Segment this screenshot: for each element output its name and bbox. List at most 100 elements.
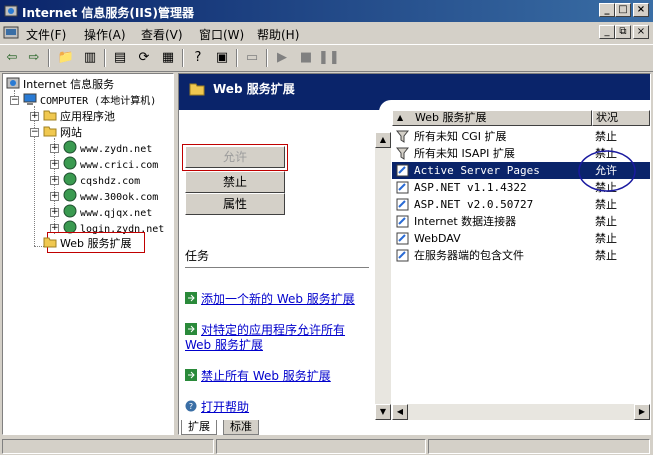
tree-item-site[interactable]: cqshdz.com [63, 172, 140, 188]
tree-item-iis-root[interactable]: Internet 信息服务 [6, 76, 114, 92]
extension-icon [396, 249, 409, 262]
divider [185, 267, 369, 268]
toolbar-separator [104, 49, 106, 67]
help-icon[interactable]: ? [188, 49, 208, 67]
task-label: 禁止所有 Web 服务扩展 [201, 369, 331, 383]
prohibit-all-link[interactable]: 禁止所有 Web 服务扩展 [185, 369, 331, 384]
properties-button[interactable]: 属性 [185, 193, 285, 215]
extension-icon [396, 164, 409, 177]
up-icon[interactable]: 📁 [56, 49, 76, 67]
toolbar-separator [266, 49, 268, 67]
play-icon[interactable]: ▶ [272, 49, 292, 67]
computer-icon[interactable]: ▭ [242, 49, 262, 67]
expand-toggle[interactable]: + [50, 176, 59, 185]
tree-item-app-pools[interactable]: 应用程序池 [43, 108, 115, 124]
folder-icon [43, 110, 57, 121]
globe-icon [63, 204, 77, 218]
window-title: Internet 信息服务(IIS)管理器 [22, 6, 194, 20]
tree-item-site[interactable]: www.crici.com [63, 156, 158, 172]
menu-help[interactable]: 帮助(H) [257, 26, 299, 43]
extension-status: 禁止 [595, 232, 617, 245]
mdi-restore-button[interactable]: ⧉ [615, 25, 631, 39]
pause-icon[interactable]: ❚❚ [318, 49, 340, 67]
export-icon[interactable]: ▦ [158, 49, 178, 67]
column-header-name[interactable]: ▲ Web 服务扩展 [392, 110, 592, 126]
allow-button[interactable]: 允许 [185, 146, 285, 168]
column-header-status[interactable]: 状况 [592, 110, 650, 126]
pane-banner: Web 服务扩展 [179, 74, 650, 112]
console-icon[interactable]: ▣ [212, 49, 232, 67]
list-item[interactable]: 在服务器端的包含文件 禁止 [392, 247, 650, 264]
list-item[interactable]: ASP.NET v2.0.50727 禁止 [392, 196, 650, 213]
expand-toggle[interactable]: + [50, 160, 59, 169]
expand-toggle[interactable]: + [50, 144, 59, 153]
globe-icon [63, 140, 77, 154]
tree-label: www.qjqx.net [80, 208, 153, 219]
tree-item-site[interactable]: www.qjqx.net [63, 204, 152, 220]
list-item[interactable]: WebDAV 禁止 [392, 230, 650, 247]
vertical-scrollbar[interactable]: ▲ ▼ [375, 132, 391, 420]
tree-label: COMPUTER (本地计算机) [40, 96, 157, 107]
scroll-left-button[interactable]: ◀ [392, 404, 408, 420]
extension-name: 所有未知 ISAPI 扩展 [414, 147, 515, 160]
task-icon [185, 323, 197, 335]
tree-item-site[interactable]: www.300ok.com [63, 188, 158, 204]
allow-app-extensions-link[interactable]: 对特定的应用程序允许所有 Web 服务扩展 [185, 323, 345, 353]
menu-view[interactable]: 查看(V) [141, 26, 183, 43]
expand-toggle[interactable]: + [50, 192, 59, 201]
extension-name: WebDAV [414, 232, 461, 245]
tree-label: cqshdz.com [80, 176, 141, 187]
tree-item-web-service-extensions[interactable]: Web 服务扩展 [43, 235, 131, 251]
tree-item-websites[interactable]: 网站 [43, 124, 82, 140]
tree-item-site[interactable]: www.zydn.net [63, 140, 152, 156]
status-cell [216, 439, 426, 454]
horizontal-scrollbar[interactable]: ◀ ▶ [392, 404, 650, 420]
tree-label: www.zydn.net [80, 144, 153, 155]
show-tree-icon[interactable]: ▥ [80, 49, 100, 67]
tree-label: www.crici.com [80, 160, 159, 171]
tree-item-computer[interactable]: COMPUTER (本地计算机) [23, 92, 156, 108]
maximize-button[interactable]: □ [615, 3, 631, 17]
tab-standard[interactable]: 标准 [223, 420, 259, 435]
properties-icon[interactable]: ▤ [110, 49, 130, 67]
add-extension-link[interactable]: 添加一个新的 Web 服务扩展 [185, 292, 355, 307]
menu-window[interactable]: 窗口(W) [199, 26, 244, 43]
mdi-close-button[interactable]: × [633, 25, 649, 39]
mmc-icon[interactable] [3, 25, 19, 41]
extensions-list[interactable]: ▲ Web 服务扩展 状况 所有未知 CGI 扩展 禁止 所有未知 ISAPI … [392, 110, 650, 420]
list-item[interactable]: Internet 数据连接器 禁止 [392, 213, 650, 230]
task-label: 对特定的应用程序允许所有 [201, 323, 346, 337]
scroll-down-button[interactable]: ▼ [375, 404, 391, 420]
mdi-minimize-button[interactable]: _ [599, 25, 615, 39]
open-help-link[interactable]: ? 打开帮助 [185, 400, 249, 415]
status-cell [2, 439, 214, 454]
task-label: 打开帮助 [201, 400, 250, 414]
computer-icon [23, 93, 37, 105]
menu-action[interactable]: 操作(A) [84, 26, 126, 43]
back-icon[interactable]: ⇦ [2, 49, 22, 67]
menu-file[interactable]: 文件(F) [26, 26, 66, 43]
collapse-toggle[interactable]: − [10, 96, 19, 105]
view-tabs: 扩展 标准 [179, 420, 650, 435]
refresh-icon[interactable]: ⟳ [134, 49, 154, 67]
extension-name: 在服务器端的包含文件 [414, 249, 524, 262]
stop-icon[interactable]: ■ [296, 49, 316, 67]
minimize-button[interactable]: _ [599, 3, 615, 17]
task-label: 添加一个新的 Web 服务扩展 [201, 292, 355, 306]
tree-pane[interactable]: Internet 信息服务 − COMPUTER (本地计算机) + 应用程序池… [2, 73, 174, 435]
expand-toggle[interactable]: + [50, 208, 59, 217]
collapse-toggle[interactable]: − [30, 128, 39, 137]
close-button[interactable]: × [633, 3, 649, 17]
expand-toggle[interactable]: + [30, 112, 39, 121]
filter-icon [396, 147, 409, 160]
extension-icon [396, 198, 409, 211]
scroll-right-button[interactable]: ▶ [634, 404, 650, 420]
scroll-up-button[interactable]: ▲ [375, 132, 391, 148]
tasks-heading: 任务 [185, 249, 210, 263]
forward-icon[interactable]: ⇨ [24, 49, 44, 67]
tab-extended[interactable]: 扩展 [181, 420, 217, 435]
tree-label: Internet 信息服务 [23, 78, 115, 91]
prohibit-button[interactable]: 禁止 [185, 171, 285, 193]
list-item[interactable]: 所有未知 CGI 扩展 禁止 [392, 128, 650, 145]
folder-open-icon [43, 126, 57, 137]
